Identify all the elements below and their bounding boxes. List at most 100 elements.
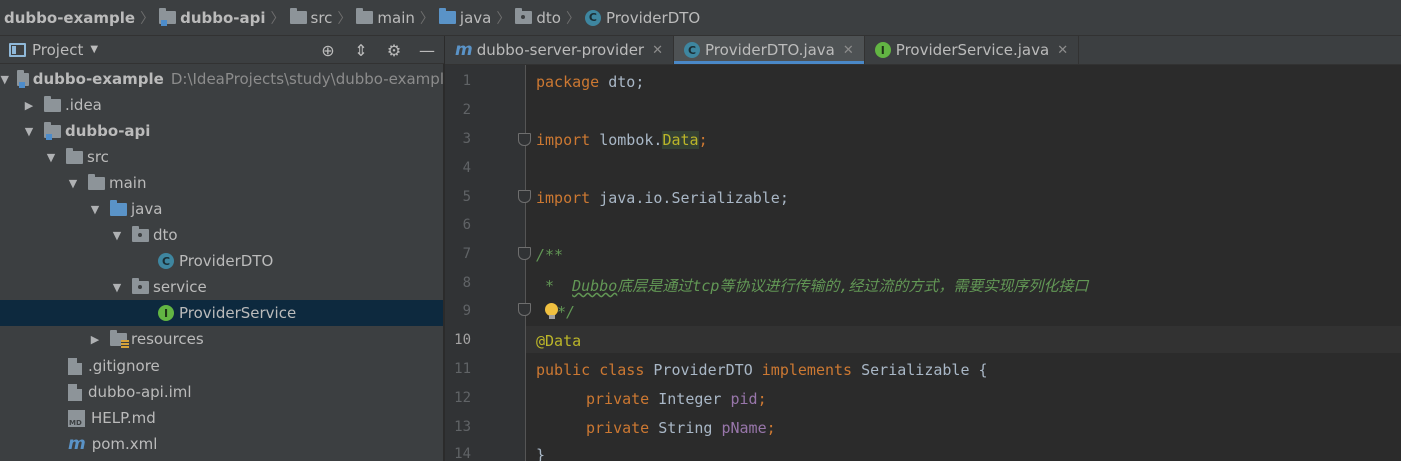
- tree-item-service[interactable]: ▼ service: [0, 274, 443, 300]
- chevron-down-icon[interactable]: ▼: [90, 44, 98, 55]
- code-line-7: /**: [536, 246, 563, 264]
- folder-icon: [66, 147, 83, 164]
- code-line-14: }: [536, 446, 545, 461]
- project-window-icon: [9, 42, 26, 57]
- fold-toggle-icon[interactable]: [518, 190, 531, 203]
- line-number: 12: [454, 390, 471, 406]
- expanded-arrow-icon[interactable]: ▼: [0, 73, 9, 86]
- tab-label: ProviderService.java: [895, 41, 1050, 59]
- collapse-all-icon[interactable]: ⇕: [352, 41, 370, 60]
- expanded-arrow-icon[interactable]: ▼: [88, 203, 102, 216]
- tab-label: dubbo-server-provider: [476, 41, 645, 59]
- tree-item-help-md[interactable]: HELP.md: [0, 405, 443, 431]
- tree-item-providerservice[interactable]: I ProviderService: [0, 300, 443, 326]
- locate-target-icon[interactable]: ⊕: [319, 41, 337, 60]
- code-token: ;: [757, 390, 767, 408]
- code-line-11: public class ProviderDTO implements Seri…: [536, 361, 988, 379]
- tree-item-label: resources: [131, 330, 204, 348]
- tree-item-dubbo-example[interactable]: ▼ dubbo-example D:\IdeaProjects\study\du…: [0, 66, 443, 92]
- line-number: 9: [462, 303, 471, 319]
- folder-icon: [289, 8, 307, 24]
- tree-item-main[interactable]: ▼ main: [0, 170, 443, 196]
- annotation-token: @Data: [536, 332, 582, 350]
- maven-icon: m: [68, 434, 86, 454]
- tree-item-resources[interactable]: ▶ resources: [0, 326, 443, 352]
- tree-item-src[interactable]: ▼ src: [0, 144, 443, 170]
- tree-item-label: dto: [153, 226, 178, 244]
- breadcrumb-item-src[interactable]: src: [289, 8, 332, 27]
- tree-item-label: src: [87, 148, 109, 166]
- breadcrumb-label: dubbo-api: [180, 8, 266, 27]
- close-icon[interactable]: ✕: [652, 43, 663, 58]
- expanded-arrow-icon[interactable]: ▼: [110, 229, 124, 242]
- code-token: Integer: [649, 390, 731, 408]
- highlighted-token: Data: [662, 131, 699, 149]
- collapsed-arrow-icon[interactable]: ▶: [22, 99, 36, 112]
- field-token: pid: [730, 390, 758, 408]
- collapsed-arrow-icon[interactable]: ▶: [88, 333, 102, 346]
- tree-item-label: dubbo-api.iml: [88, 383, 192, 401]
- breadcrumb-item-dubbo-example[interactable]: dubbo-example: [4, 9, 135, 27]
- code-token: String: [649, 419, 722, 437]
- breadcrumb-item-java[interactable]: java: [438, 8, 491, 27]
- fold-toggle-icon[interactable]: [518, 133, 531, 146]
- hide-panel-icon[interactable]: —: [418, 41, 436, 60]
- code-token: }: [536, 446, 546, 461]
- gear-icon[interactable]: ⚙: [385, 41, 403, 60]
- code-line-3: import lombok.Data;: [536, 131, 708, 149]
- breadcrumb-item-dubbo-api[interactable]: dubbo-api: [159, 8, 266, 27]
- keyword-token: package: [536, 73, 600, 91]
- tree-item-label: ProviderDTO: [179, 252, 274, 270]
- tree-item-label: dubbo-example: [32, 70, 164, 88]
- code-line-8: * Dubbo底层是通过tcp等协议进行传输的,经过流的方式，需要实现序列化接口: [536, 275, 1088, 296]
- expanded-arrow-icon[interactable]: ▼: [22, 125, 36, 138]
- keyword-token: private: [586, 390, 650, 408]
- tree-item-providerdto[interactable]: C ProviderDTO: [0, 248, 443, 274]
- class-icon: C: [158, 253, 174, 269]
- project-view-selector[interactable]: Project: [32, 41, 83, 59]
- fold-toggle-icon[interactable]: [518, 247, 531, 260]
- breadcrumb-item-dto[interactable]: dto: [515, 8, 561, 27]
- tab-providerservice-java[interactable]: I ProviderService.java ✕: [865, 36, 1080, 64]
- line-number: 4: [462, 160, 471, 176]
- breadcrumb-item-main[interactable]: main: [356, 8, 415, 27]
- tree-item-dto[interactable]: ▼ dto: [0, 222, 443, 248]
- package-icon: [132, 277, 149, 294]
- code-token: java.io.Serializable;: [590, 189, 789, 207]
- tab-providerdto-java[interactable]: C ProviderDTO.java ✕: [674, 36, 865, 64]
- tree-item-pom-xml[interactable]: m pom.xml: [0, 431, 443, 457]
- field-token: pName: [721, 419, 767, 437]
- expanded-arrow-icon[interactable]: ▼: [44, 151, 58, 164]
- close-icon[interactable]: ✕: [843, 43, 854, 58]
- tree-item-label: .gitignore: [88, 357, 160, 375]
- tab-label: ProviderDTO.java: [705, 41, 835, 59]
- current-line-highlight: [526, 326, 1401, 353]
- tab-dubbo-server-provider[interactable]: m dubbo-server-provider ✕: [445, 36, 674, 64]
- tree-item-dubbo-api-iml[interactable]: dubbo-api.iml: [0, 379, 443, 405]
- line-number: 6: [462, 217, 471, 233]
- project-panel-header: Project ▼ ⊕ ⇕ ⚙ —: [0, 36, 444, 64]
- tree-item-idea[interactable]: ▶ .idea: [0, 92, 443, 118]
- tree-item-label: dubbo-api: [65, 122, 151, 140]
- expanded-arrow-icon[interactable]: ▼: [110, 281, 124, 294]
- editor-tab-bar: m dubbo-server-provider ✕ C ProviderDTO.…: [445, 36, 1401, 65]
- tree-item-gitignore[interactable]: .gitignore: [0, 353, 443, 379]
- breadcrumb-label: dubbo-example: [4, 8, 136, 27]
- comment-token: /**: [536, 246, 564, 264]
- markdown-file-icon: [68, 409, 85, 427]
- close-icon[interactable]: ✕: [1057, 43, 1068, 58]
- expanded-arrow-icon[interactable]: ▼: [66, 177, 80, 190]
- package-icon: [132, 225, 149, 242]
- line-number: 13: [454, 419, 471, 435]
- project-panel-toolbar: ⊕ ⇕ ⚙ —: [319, 36, 436, 64]
- tree-item-java[interactable]: ▼ java: [0, 196, 443, 222]
- code-token: ;: [766, 419, 776, 437]
- chevron-right-icon: 〉: [270, 10, 285, 27]
- tree-item-dubbo-api[interactable]: ▼ dubbo-api: [0, 118, 443, 144]
- line-number: 11: [454, 361, 471, 377]
- module-folder-icon: [159, 8, 177, 26]
- breadcrumb-item-providerdto[interactable]: C ProviderDTO: [584, 9, 700, 27]
- code-token: ;: [698, 131, 708, 149]
- fold-toggle-icon[interactable]: [518, 303, 531, 316]
- code-token: dto;: [599, 73, 645, 91]
